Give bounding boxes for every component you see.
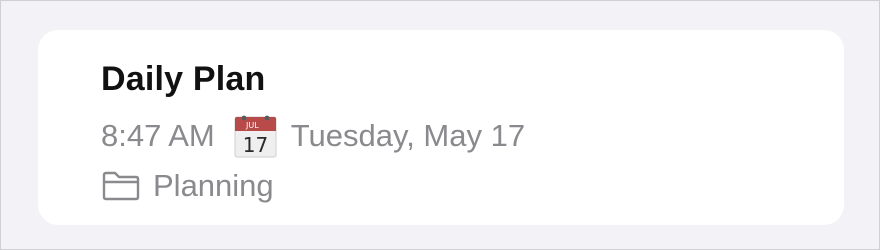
note-date: Tuesday, May 17: [290, 118, 526, 153]
note-folder-label: Planning: [153, 168, 274, 203]
note-card[interactable]: Daily Plan 8:47 AM JUL 17 Tuesday, May 1…: [38, 30, 844, 225]
note-folder-row[interactable]: Planning: [101, 164, 274, 208]
note-time: 8:47 AM: [101, 118, 215, 153]
calendar-icon-month: JUL: [245, 121, 259, 130]
window-frame: Daily Plan 8:47 AM JUL 17 Tuesday, May 1…: [0, 0, 880, 250]
calendar-icon-day: 17: [243, 133, 268, 157]
note-meta-row: 8:47 AM JUL 17 Tuesday, May 17: [101, 114, 525, 158]
note-title: Daily Plan: [101, 60, 266, 98]
calendar-icon: JUL 17: [234, 114, 277, 158]
folder-icon: [101, 170, 141, 202]
